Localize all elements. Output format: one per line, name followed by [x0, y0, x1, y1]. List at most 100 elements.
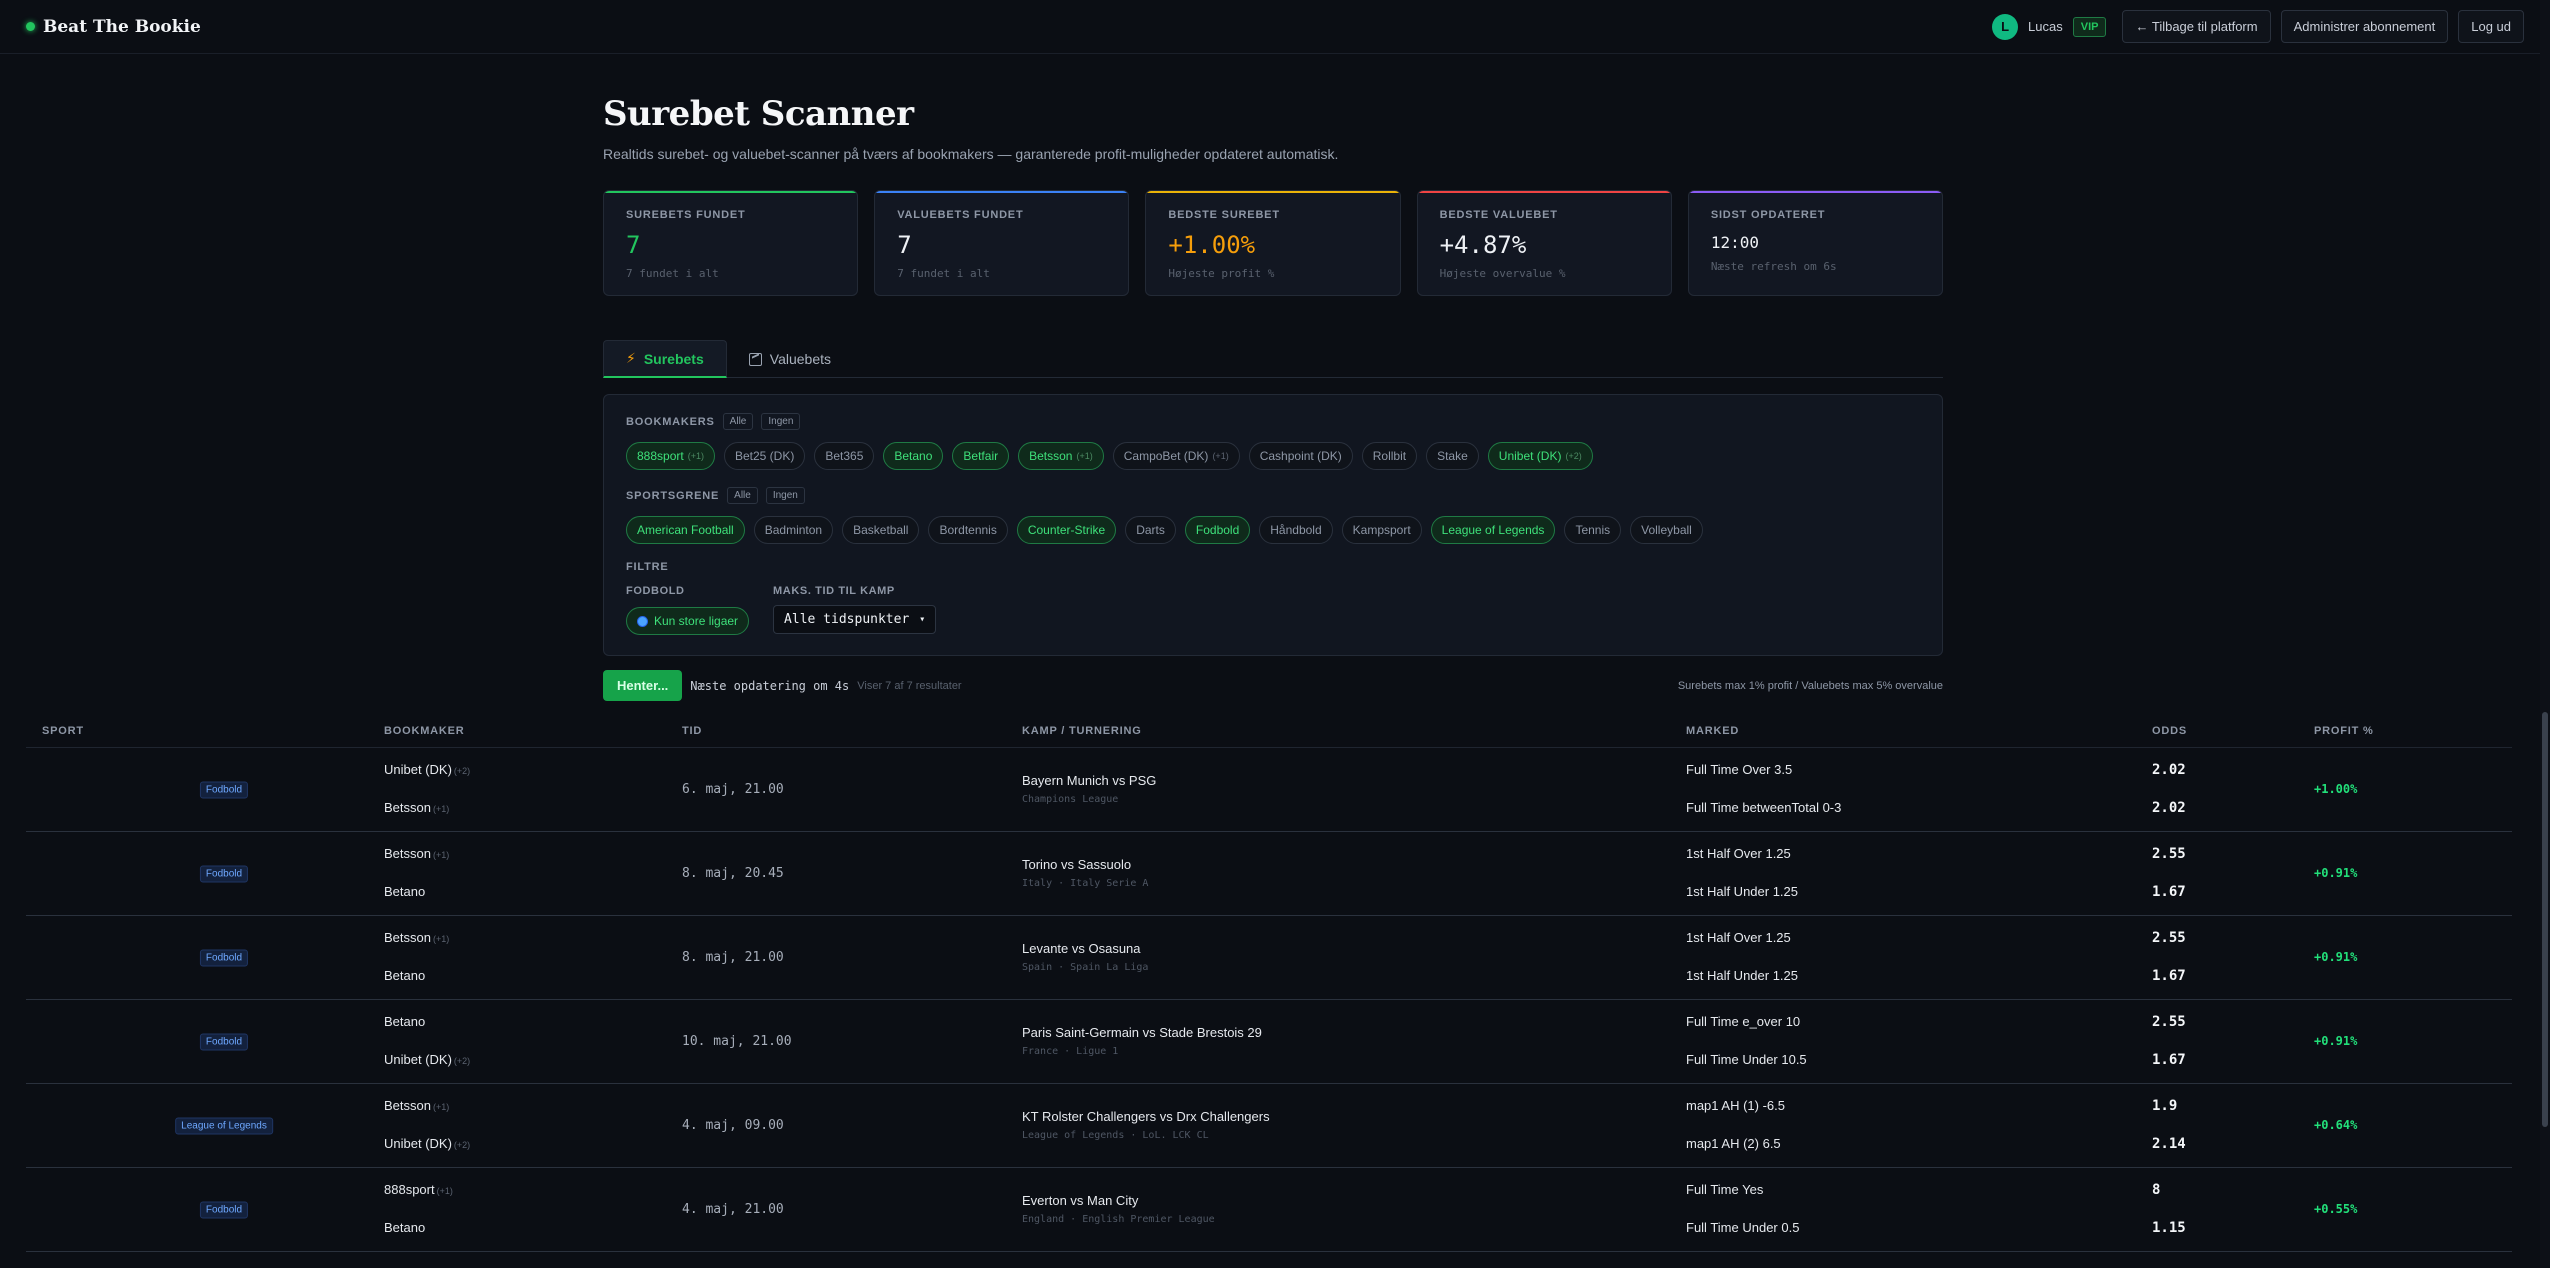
sport-chip[interactable]: Kampsport [1341, 516, 1422, 544]
bookmaker-name: Betano [384, 1014, 426, 1029]
select-none-bookmakers-button[interactable]: Ingen [761, 413, 801, 430]
odds-1: 2.02 [2152, 762, 2186, 778]
chart-icon [748, 352, 762, 366]
bookmaker-count: (+1) [432, 934, 450, 944]
odds-2: 1.67 [2152, 884, 2186, 900]
bookmaker-chip[interactable]: Rollbit [1361, 442, 1418, 470]
stat-sub: 7 fundet i alt [897, 267, 990, 280]
bookmaker-chip[interactable]: Stake [1426, 442, 1479, 470]
table-row[interactable]: Fodbold Betano Unibet (DK) (+2) 10. maj, … [26, 1000, 2512, 1084]
bookmaker-chip[interactable]: Cashpoint (DK) [1248, 442, 1353, 470]
odds-2: 2.02 [2152, 800, 2186, 816]
match-time: 4. maj, 21.00 [682, 1202, 784, 1217]
filter-panel: BOOKMAKERS Alle Ingen 888sport (+1) Bet25 … [603, 394, 1943, 656]
sport-badge: Fodbold [199, 1201, 249, 1218]
sport-chips: American Football Badminton Basketball Bord… [626, 516, 1920, 544]
sport-chip[interactable]: Tennis [1564, 516, 1622, 544]
market-1: map1 AH (1) -6.5 [1686, 1098, 1785, 1113]
bookmaker-1: Betsson (+1) [384, 930, 449, 945]
odds-2: 1.15 [2152, 1220, 2186, 1236]
sport-chip[interactable]: American Football [626, 516, 745, 544]
bookmaker-2: Betsson (+1) [384, 800, 449, 815]
sport-chip[interactable]: Volleyball [1630, 516, 1703, 544]
bookmaker-count: (+1) [436, 1186, 453, 1196]
bookmaker-chip[interactable]: 888sport (+1) [626, 442, 715, 470]
bookmaker-2: Unibet (DK) (+2) [384, 1136, 470, 1151]
match-time: 10. maj, 21.00 [682, 1034, 792, 1049]
match-info: KT Rolster Challengers vs Drx Challenger… [1022, 1109, 1270, 1141]
bookmaker-count: (+1) [432, 1102, 450, 1112]
big-leagues-toggle[interactable]: Kun store ligaer [626, 607, 750, 635]
bookmaker-chip-label: Unibet (DK) [1498, 449, 1562, 463]
market-1: Full Time Over 3.5 [1686, 762, 1793, 777]
sport-chip[interactable]: Fodbold [1184, 516, 1251, 544]
sport-chip[interactable]: Basketball [842, 516, 920, 544]
header-market: MARKED [1686, 724, 1740, 737]
match-time: 8. maj, 21.00 [682, 950, 784, 965]
sports-heading: SPORTSGRENE [626, 489, 720, 502]
match-title: Levante vs Osasuna [1022, 941, 1141, 956]
select-all-sports-button[interactable]: Alle [727, 487, 758, 504]
sport-chip[interactable]: Bordtennis [928, 516, 1008, 544]
bookmaker-chip-label: Betano [894, 449, 933, 463]
bookmaker-chip[interactable]: Betano [883, 442, 944, 470]
table-row[interactable]: Fodbold 888sport (+1) Betano 4. maj, 21.0… [26, 1168, 2512, 1252]
max-time-select[interactable]: Alle tidspunkter ▾ [773, 605, 937, 634]
sport-badge: League of Legends [175, 1117, 273, 1134]
bookmaker-chip[interactable]: Betfair [952, 442, 1010, 470]
header-sport: SPORT [42, 724, 84, 737]
bookmaker-chip[interactable]: Bet365 [814, 442, 875, 470]
market-2: 1st Half Under 1.25 [1686, 884, 1799, 899]
sport-badge: Fodbold [199, 781, 249, 798]
stat-value: +1.00% [1168, 231, 1256, 259]
scrollbar-thumb[interactable] [2542, 712, 2548, 1127]
market-1: 1st Half Over 1.25 [1686, 930, 1791, 945]
sport-chip[interactable]: Badminton [753, 516, 834, 544]
scrollbar[interactable] [2540, 0, 2550, 1268]
table-row[interactable]: Fodbold Betsson (+1) Betano 8. maj, 20.45… [26, 832, 2512, 916]
match-info: Everton vs Man City England · English Pr… [1022, 1193, 1215, 1225]
odds-1: 2.55 [2152, 1014, 2186, 1030]
market-2: 1st Half Under 1.25 [1686, 968, 1799, 983]
stat-value: +4.87% [1439, 231, 1527, 259]
fetch-button[interactable]: Henter... [603, 670, 683, 701]
bookmakers-heading: BOOKMAKERS [626, 415, 715, 428]
bookmaker-chip[interactable]: Bet25 (DK) [723, 442, 806, 470]
sport-chip[interactable]: Darts [1125, 516, 1176, 544]
stat-sub: 7 fundet i alt [626, 267, 719, 280]
bookmaker-chip[interactable]: CampoBet (DK) (+1) [1112, 442, 1240, 470]
table-row[interactable]: Fodbold Betsson (+1) Betano 8. maj, 21.00… [26, 916, 2512, 1000]
tab-valuebets[interactable]: Valuebets [727, 340, 853, 378]
sport-chip[interactable]: League of Legends [1430, 516, 1556, 544]
avatar[interactable]: L [1992, 13, 2019, 40]
odds-2: 2.14 [2152, 1136, 2186, 1152]
bookmaker-chip-label: Betfair [963, 449, 999, 463]
profit-value: +0.91% [2314, 950, 2358, 964]
brand-logo[interactable]: Beat The Bookie [26, 17, 201, 37]
bookmaker-chip-label: Stake [1437, 449, 1468, 463]
main-content: Surebet Scanner Realtids surebet- og val… [603, 54, 1944, 701]
odds-1: 1.9 [2152, 1098, 2178, 1114]
sport-chip[interactable]: Counter-Strike [1016, 516, 1117, 544]
bookmaker-count: (+2) [453, 766, 471, 776]
bookmaker-chip[interactable]: Unibet (DK) (+2) [1487, 442, 1593, 470]
profit-value: +0.64% [2314, 1118, 2358, 1132]
odds-2: 1.67 [2152, 968, 2186, 984]
select-none-sports-button[interactable]: Ingen [765, 487, 805, 504]
stat-label: BEDSTE SUREBET [1168, 209, 1280, 221]
table-row[interactable]: League of Legends Betsson (+1) Unibet (DK… [26, 1084, 2512, 1168]
sport-chip[interactable]: Håndbold [1259, 516, 1333, 544]
manage-subscription-button[interactable]: Administrer abonnement [2280, 10, 2449, 43]
bookmaker-chip[interactable]: Betsson (+1) [1018, 442, 1104, 470]
table-row[interactable]: Fodbold Unibet (DK) (+2) Betsson (+1) 6. m… [26, 748, 2512, 832]
tab-surebets[interactable]: ⚡ Surebets [603, 340, 727, 378]
stat-label: SIDST OPDATERET [1710, 209, 1826, 221]
bookmaker-name: Betano [384, 884, 426, 899]
back-to-platform-button[interactable]: ← Tilbage til platform [2122, 10, 2271, 43]
logout-button[interactable]: Log ud [2458, 10, 2524, 43]
select-all-bookmakers-button[interactable]: Alle [722, 413, 754, 430]
header-odds: ODDS [2152, 724, 2187, 737]
lightning-icon: ⚡ [626, 350, 636, 366]
match-league: Italy · Italy Serie A [1022, 878, 1149, 889]
match-time: 4. maj, 09.00 [682, 1118, 784, 1133]
